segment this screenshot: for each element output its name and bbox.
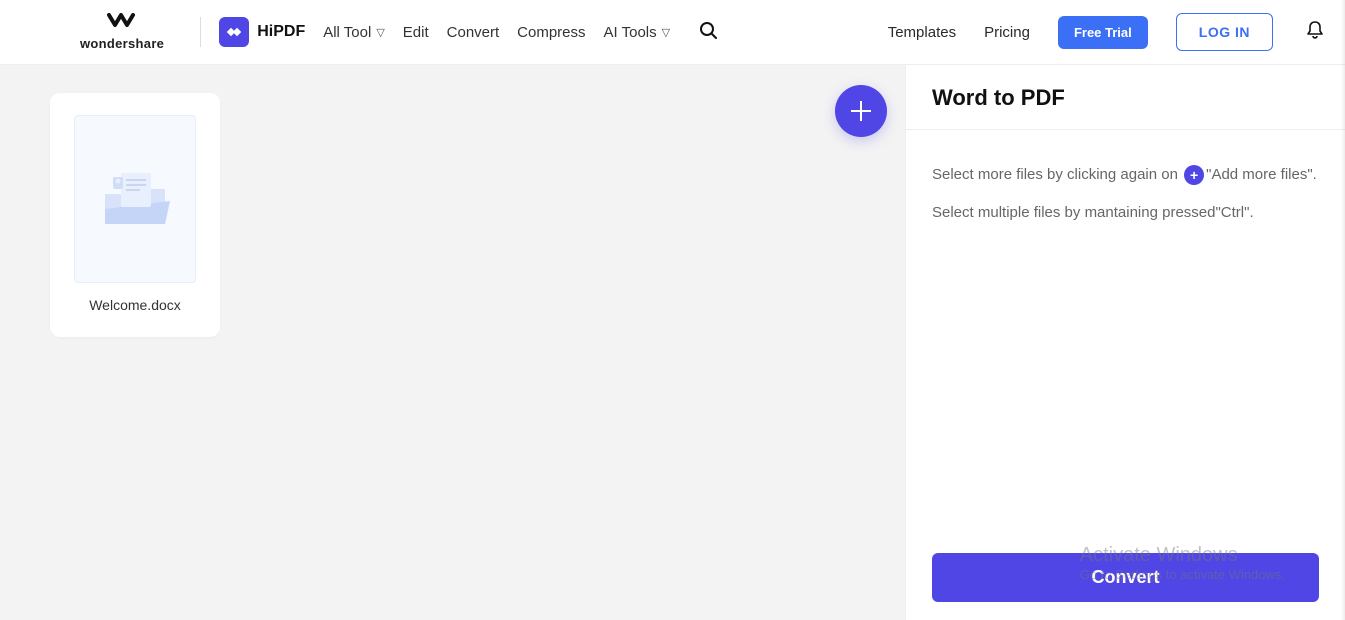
bell-icon: [1305, 20, 1325, 45]
nav-label: All Tool: [323, 24, 371, 41]
add-more-files-button[interactable]: [835, 85, 887, 137]
main-nav: All Tool ▽ Edit Convert Compress AI Tool…: [323, 24, 670, 41]
nav-all-tool[interactable]: All Tool ▽: [323, 24, 385, 41]
file-area: Welcome.docx: [0, 65, 905, 620]
search-button[interactable]: [698, 20, 718, 45]
nav-convert[interactable]: Convert: [447, 24, 500, 41]
nav-label: AI Tools: [604, 24, 657, 41]
tip-line-2: Select multiple files by mantaining pres…: [932, 200, 1319, 226]
notifications-button[interactable]: [1305, 20, 1325, 45]
hipdf-text: HiPDF: [257, 23, 305, 41]
search-icon: [698, 20, 718, 45]
convert-button[interactable]: Convert: [932, 553, 1319, 602]
body: Welcome.docx Word to PDF Select more fil…: [0, 65, 1345, 620]
hipdf-logo[interactable]: HiPDF: [219, 17, 305, 47]
nav-edit[interactable]: Edit: [403, 24, 429, 41]
wondershare-logo[interactable]: wondershare: [80, 13, 164, 51]
chevron-down-icon: ▽: [662, 26, 670, 39]
plus-icon: [1184, 165, 1204, 185]
divider: [200, 17, 201, 47]
tip-suffix: "Add more files".: [1206, 166, 1317, 183]
file-name: Welcome.docx: [89, 297, 181, 313]
nav-pricing[interactable]: Pricing: [984, 24, 1030, 41]
side-panel: Word to PDF Select more files by clickin…: [905, 65, 1345, 620]
wondershare-text: wondershare: [80, 36, 164, 51]
right-nav: Templates Pricing Free Trial LOG IN: [888, 13, 1325, 51]
folder-doc-icon: [95, 159, 175, 239]
free-trial-button[interactable]: Free Trial: [1058, 16, 1148, 49]
chevron-down-icon: ▽: [376, 26, 384, 39]
plus-icon: [851, 101, 871, 121]
nav-templates[interactable]: Templates: [888, 24, 956, 41]
hipdf-icon: [219, 17, 249, 47]
file-card[interactable]: Welcome.docx: [50, 93, 220, 337]
header: wondershare HiPDF All Tool ▽ Edit Conver…: [0, 0, 1345, 65]
side-title: Word to PDF: [932, 85, 1319, 111]
tip-prefix: Select more files by clicking again on: [932, 166, 1182, 183]
nav-compress[interactable]: Compress: [517, 24, 585, 41]
scrollbar[interactable]: [1341, 0, 1345, 620]
side-body: Select more files by clicking again on "…: [906, 130, 1345, 620]
side-header: Word to PDF: [906, 65, 1345, 130]
login-button[interactable]: LOG IN: [1176, 13, 1273, 51]
nav-ai-tools[interactable]: AI Tools ▽: [604, 24, 671, 41]
wondershare-icon: [107, 13, 137, 34]
tip-line-1: Select more files by clicking again on "…: [932, 162, 1319, 188]
file-thumbnail: [74, 115, 196, 283]
